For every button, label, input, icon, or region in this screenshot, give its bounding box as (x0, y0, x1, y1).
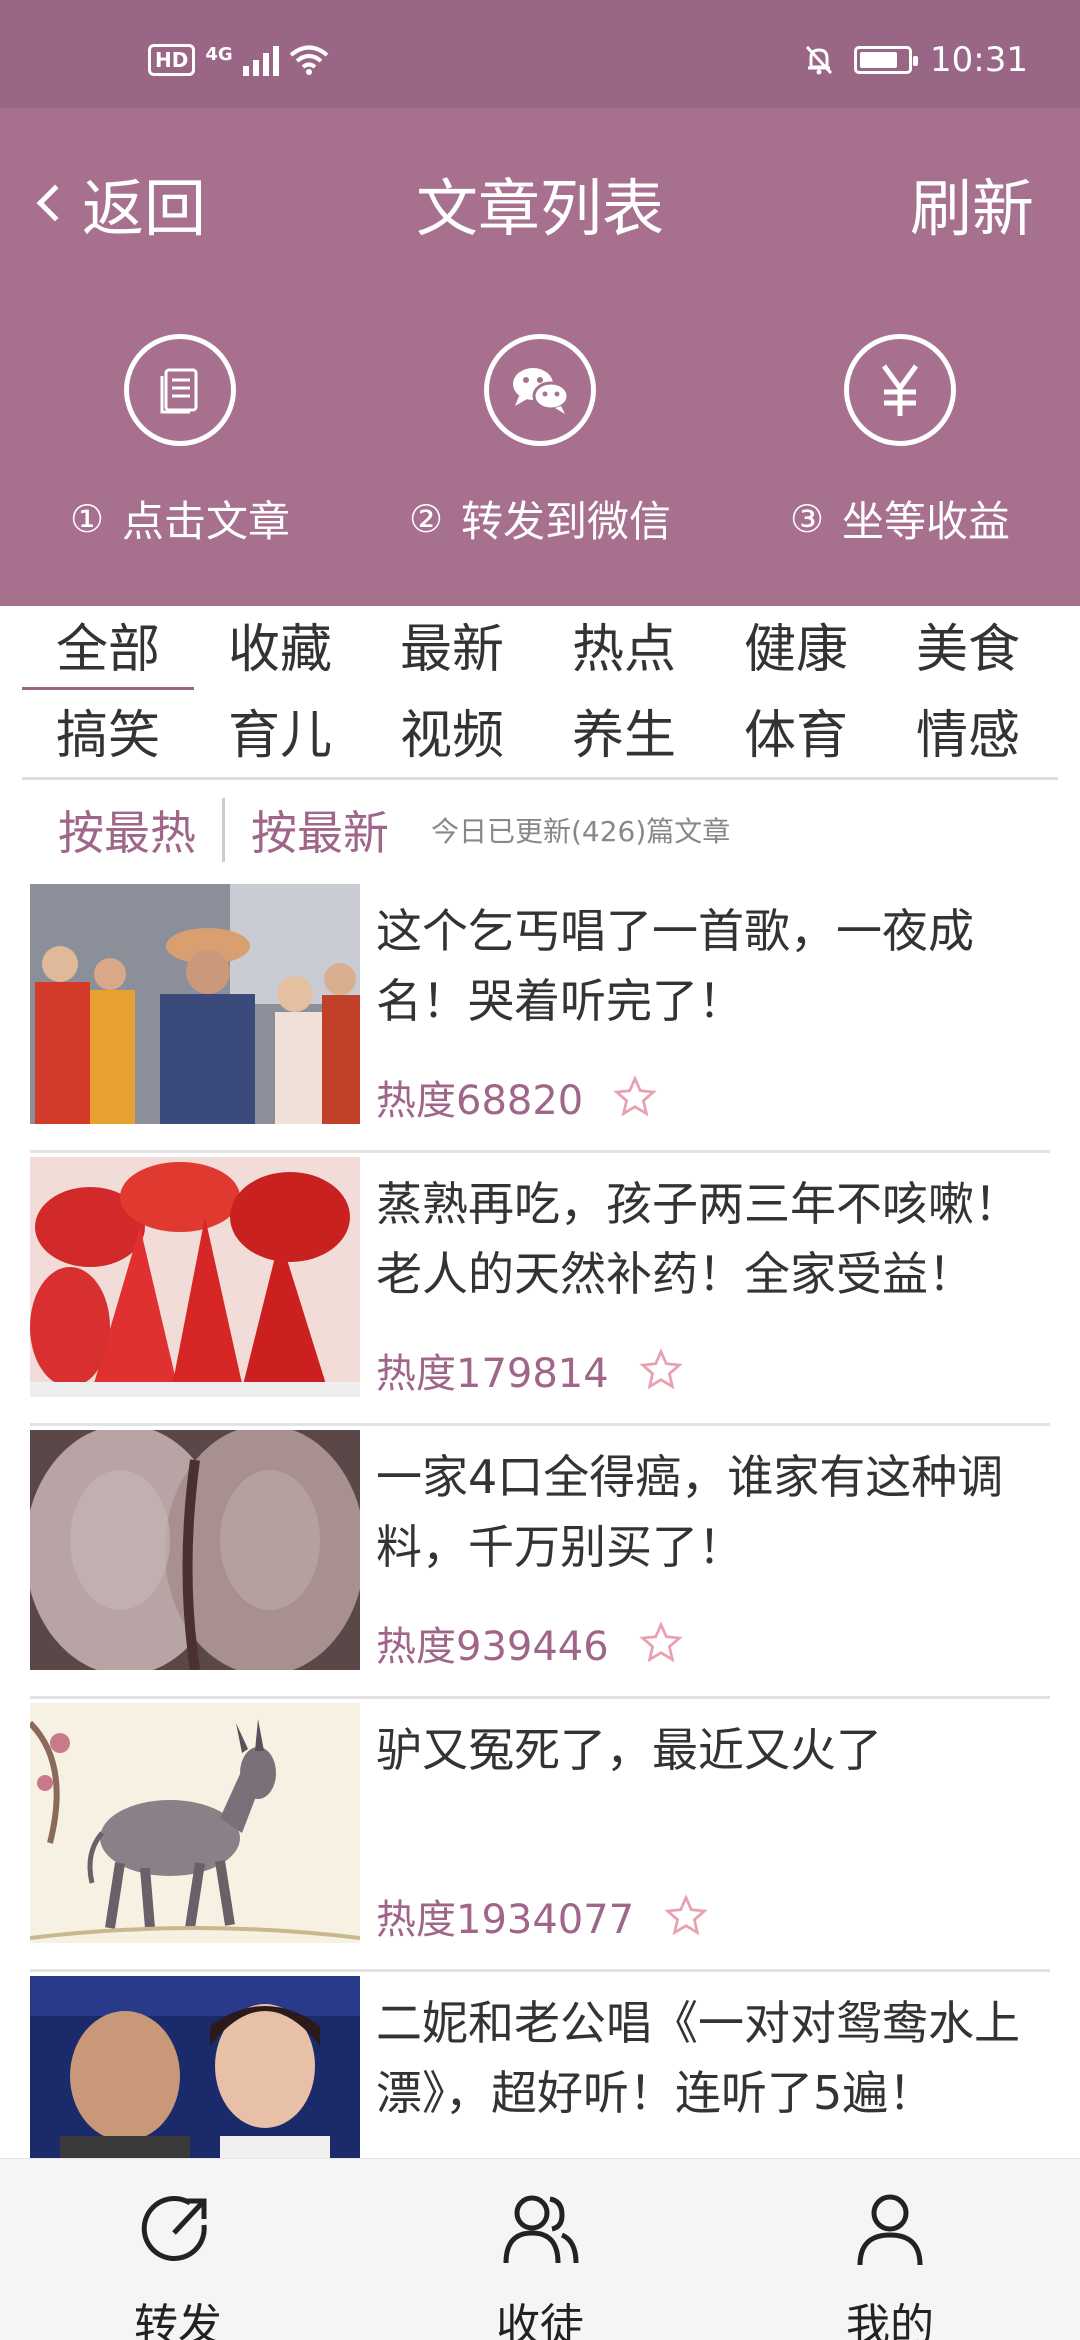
article-title: 驴又冤死了，最近又火了 (376, 1723, 882, 1777)
bottom-tab-bar: 转发 收徒 我的 (0, 2158, 1080, 2340)
step-label: ② 转发到微信 (360, 488, 720, 549)
status-right: 10:31 (802, 40, 1028, 80)
article-item[interactable]: 一家4口全得癌，谁家有这种调料，千万别买了！ 热度939446 (30, 1426, 1050, 1699)
tab-wellness[interactable]: 养生 (538, 696, 710, 776)
tab-food[interactable]: 美食 (882, 610, 1054, 690)
article-title: 蒸熟再吃，孩子两三年不咳嗽！老人的天然补药！全家受益！ (376, 1177, 1020, 1301)
users-icon (503, 2195, 579, 2264)
tab-share[interactable]: 转发 (78, 2189, 278, 2340)
steps-banner: ① 点击文章 ② 转发到微信 ③ 坐等收益 (0, 278, 1080, 606)
star-icon[interactable] (639, 1348, 683, 1392)
sort-bar: 按最热 按最新 今日已更新(426)篇文章 (58, 790, 730, 870)
bell-muted-icon (805, 45, 833, 75)
step-text: 转发到微信 (461, 497, 672, 546)
tab-label: 我的 (846, 2300, 934, 2340)
heat-value: 热度68820 (376, 1078, 584, 1124)
step-earn[interactable]: ③ 坐等收益 (720, 334, 1080, 549)
signal-icon (242, 44, 279, 76)
step-click-article[interactable]: ① 点击文章 (0, 334, 360, 549)
tab-latest[interactable]: 最新 (366, 610, 538, 690)
step-text: 点击文章 (122, 497, 291, 546)
tab-all[interactable]: 全部 (22, 610, 194, 690)
nav-bar: 返回 文章列表 刷新 (0, 108, 1080, 278)
step-forward-wechat[interactable]: ② 转发到微信 (360, 334, 720, 549)
heat-value: 热度939446 (376, 1624, 609, 1670)
hd-badge: HD (148, 44, 196, 76)
battery-icon (854, 46, 919, 74)
article-thumbnail (30, 1157, 360, 1397)
step-label: ③ 坐等收益 (720, 488, 1080, 549)
step-label: ① 点击文章 (0, 488, 360, 549)
article-title: 二妮和老公唱《一对对鸳鸯水上漂》，超好听！连听了5遍！ (376, 1996, 1020, 2120)
update-count: 今日已更新(426)篇文章 (431, 815, 731, 848)
status-left: HD 4G (148, 44, 329, 76)
step-text: 坐等收益 (842, 497, 1011, 546)
article-thumbnail (30, 1430, 360, 1670)
battery-fill (860, 52, 898, 68)
article-heat: 热度68820 (376, 1068, 657, 1126)
star-icon[interactable] (639, 1621, 683, 1665)
article-item[interactable]: 驴又冤死了，最近又火了 热度1934077 (30, 1699, 1050, 1972)
tab-recruit[interactable]: 收徒 (440, 2189, 640, 2340)
sort-hot-button[interactable]: 按最热 (58, 797, 196, 863)
article-title: 一家4口全得癌，谁家有这种调料，千万别买了！ (376, 1450, 1004, 1574)
wechat-icon (484, 334, 596, 446)
star-icon[interactable] (664, 1894, 708, 1938)
article-thumbnail (30, 1703, 360, 1943)
article-heat: 热度1934077 (376, 1887, 708, 1945)
article-heat: 热度939446 (376, 1614, 683, 1672)
wifi-icon (289, 45, 328, 75)
article-item[interactable]: 蒸熟再吃，孩子两三年不咳嗽！老人的天然补药！全家受益！ 热度179814 (30, 1153, 1050, 1426)
user-icon (857, 2194, 923, 2266)
tab-label: 转发 (134, 2300, 222, 2340)
heat-value: 热度179814 (376, 1351, 609, 1397)
status-bar: HD 4G 10:31 (0, 0, 1080, 108)
divider (222, 798, 225, 862)
article-list: 这个乞丐唱了一首歌，一夜成名！哭着听完了！ 热度68820 蒸熟再吃，孩子两三年… (30, 880, 1050, 2245)
yuan-icon (844, 334, 956, 446)
tab-sports[interactable]: 体育 (710, 696, 882, 776)
article-thumbnail (30, 884, 360, 1124)
tab-favorites[interactable]: 收藏 (194, 610, 366, 690)
tab-parenting[interactable]: 育儿 (194, 696, 366, 776)
article-item[interactable]: 这个乞丐唱了一首歌，一夜成名！哭着听完了！ 热度68820 (30, 880, 1050, 1153)
category-tabs: 全部 收藏 最新 热点 健康 美食 搞笑 育儿 视频 养生 体育 情感 (22, 606, 1058, 780)
tab-mine[interactable]: 我的 (790, 2189, 990, 2340)
refresh-button[interactable]: 刷新 (910, 158, 1034, 248)
tab-video[interactable]: 视频 (366, 696, 538, 776)
article-title: 这个乞丐唱了一首歌，一夜成名！哭着听完了！ (376, 904, 974, 1028)
network-type: 4G (205, 44, 233, 65)
sort-new-button[interactable]: 按最新 (251, 797, 389, 863)
status-time: 10:31 (930, 40, 1028, 80)
tab-health[interactable]: 健康 (710, 610, 882, 690)
share-icon (141, 2196, 207, 2261)
article-heat: 热度179814 (376, 1341, 683, 1399)
star-icon[interactable] (613, 1075, 657, 1119)
heat-value: 热度1934077 (376, 1897, 635, 1943)
document-icon (124, 334, 236, 446)
step-number: ② (408, 496, 444, 541)
tab-hot[interactable]: 热点 (538, 610, 710, 690)
step-number: ③ (789, 496, 825, 541)
tab-funny[interactable]: 搞笑 (22, 696, 194, 776)
tab-label: 收徒 (496, 2300, 584, 2340)
step-number: ① (69, 496, 105, 541)
tab-emotion[interactable]: 情感 (882, 696, 1054, 776)
